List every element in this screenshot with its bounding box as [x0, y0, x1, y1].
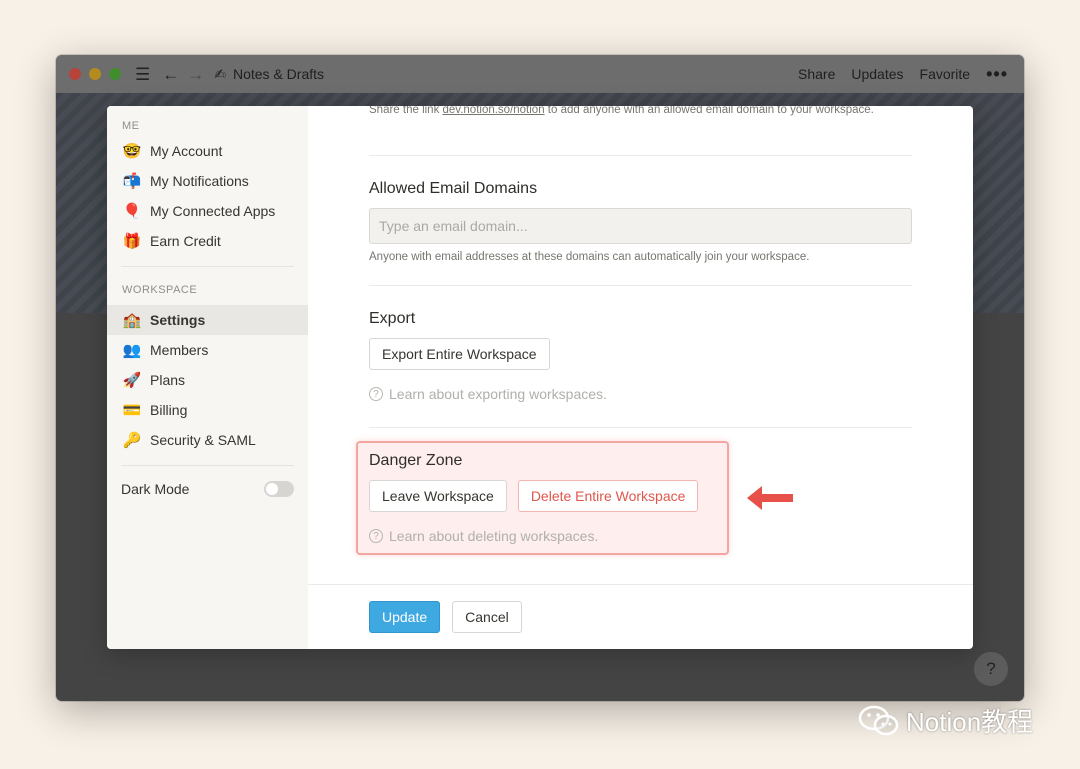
menu-icon[interactable]: ☰: [135, 66, 150, 83]
sidebar-item-label: Billing: [150, 402, 188, 418]
sidebar-item-label: My Connected Apps: [150, 203, 276, 219]
question-circle-icon: ?: [369, 529, 383, 543]
red-arrow-icon: [741, 480, 797, 516]
export-title: Export: [369, 310, 416, 327]
sidebar-item-label: Security & SAML: [150, 432, 256, 448]
sidebar-item-label: Settings: [150, 312, 206, 328]
people-icon: 👥: [122, 341, 142, 359]
minimize-window-button[interactable]: [89, 68, 101, 80]
maximize-window-button[interactable]: [109, 68, 121, 80]
sidebar-heading-me: ME: [122, 120, 140, 132]
settings-sidebar: ME 🤓 My Account 📬 My Notifications 🎈 My …: [107, 106, 308, 649]
wechat-icon: [858, 705, 899, 735]
share-link[interactable]: dev.notion.so/notion: [443, 106, 545, 116]
share-text-before: Share the link: [369, 106, 443, 116]
danger-zone-buttons: Leave Workspace Delete Entire Workspace: [369, 480, 912, 512]
delete-workspace-button[interactable]: Delete Entire Workspace: [517, 480, 699, 512]
section-divider: [369, 427, 912, 428]
nerd-face-icon: 🤓: [122, 142, 142, 160]
danger-zone-title: Danger Zone: [369, 452, 463, 469]
footer-divider: [308, 584, 973, 585]
sidebar-heading-workspace: WORKSPACE: [122, 284, 198, 296]
page-breadcrumb[interactable]: ✍ Notes & Drafts: [214, 66, 324, 83]
mailbox-icon: 📬: [122, 172, 142, 190]
settings-modal: ME 🤓 My Account 📬 My Notifications 🎈 My …: [107, 106, 973, 649]
close-window-button[interactable]: [69, 68, 81, 80]
modal-footer-buttons: Update Cancel: [369, 601, 912, 633]
sidebar-item-my-notifications[interactable]: 📬 My Notifications: [107, 166, 308, 196]
page-emoji-icon: ✍: [214, 65, 226, 82]
sidebar-item-my-connected-apps[interactable]: 🎈 My Connected Apps: [107, 196, 308, 226]
forward-arrow-icon[interactable]: →: [187, 66, 204, 83]
export-learn-link[interactable]: ? Learn about exporting workspaces.: [369, 386, 912, 402]
section-divider: [369, 155, 912, 156]
sidebar-item-members[interactable]: 👥 Members: [107, 335, 308, 365]
dark-mode-row: Dark Mode: [107, 474, 308, 504]
rocket-icon: 🚀: [122, 371, 142, 389]
watermark: Notion教程: [858, 702, 1033, 739]
sidebar-item-settings[interactable]: 🏫 Settings: [107, 305, 308, 335]
balloon-icon: 🎈: [122, 202, 142, 220]
sidebar-item-earn-credit[interactable]: 🎁 Earn Credit: [107, 226, 308, 256]
page-title: Notes & Drafts: [232, 66, 325, 82]
sidebar-item-my-account[interactable]: 🤓 My Account: [107, 136, 308, 166]
credit-card-icon: 💳: [122, 401, 142, 419]
sidebar-item-label: Plans: [150, 372, 186, 388]
key-icon: 🔑: [122, 431, 142, 449]
sidebar-divider: [121, 266, 294, 267]
topbar-actions: Share Updates Favorite •••: [798, 64, 1008, 85]
export-learn-text: Learn about exporting workspaces.: [389, 386, 607, 402]
sidebar-item-plans[interactable]: 🚀 Plans: [107, 365, 308, 395]
allowed-domains-input[interactable]: [369, 208, 912, 244]
allowed-domains-field-wrap: [369, 208, 912, 244]
section-divider: [369, 285, 912, 286]
sidebar-item-billing[interactable]: 💳 Billing: [107, 395, 308, 425]
update-button[interactable]: Update: [369, 601, 441, 633]
sidebar-divider: [121, 465, 294, 466]
back-arrow-icon[interactable]: ←: [162, 66, 179, 83]
allowed-domains-title: Allowed Email Domains: [369, 180, 538, 197]
gift-icon: 🎁: [122, 232, 142, 250]
updates-button[interactable]: Updates: [851, 66, 903, 82]
watermark-text: Notion教程: [906, 707, 1034, 737]
share-button[interactable]: Share: [798, 66, 835, 82]
more-options-icon[interactable]: •••: [986, 64, 1008, 85]
help-button[interactable]: ?: [973, 651, 1009, 687]
cancel-button[interactable]: Cancel: [452, 601, 522, 633]
school-building-icon: 🏫: [122, 311, 142, 329]
allowed-domains-hint: Anyone with email addresses at these dom…: [369, 251, 810, 263]
sidebar-item-label: Members: [150, 342, 209, 358]
danger-learn-text: Learn about deleting workspaces.: [389, 528, 599, 544]
export-workspace-button[interactable]: Export Entire Workspace: [369, 338, 550, 370]
favorite-button[interactable]: Favorite: [920, 66, 971, 82]
share-link-description: Share the link dev.notion.so/notion to a…: [369, 106, 912, 118]
sidebar-item-security-saml[interactable]: 🔑 Security & SAML: [107, 425, 308, 455]
dark-mode-toggle[interactable]: [264, 481, 294, 497]
sidebar-item-label: My Account: [150, 143, 223, 159]
share-text-after: to add anyone with an allowed email doma…: [544, 106, 874, 116]
window-controls: [69, 68, 121, 80]
leave-workspace-button[interactable]: Leave Workspace: [369, 480, 507, 512]
settings-content: Share the link dev.notion.so/notion to a…: [308, 106, 973, 649]
dark-mode-label: Dark Mode: [121, 481, 190, 497]
sidebar-item-label: My Notifications: [150, 173, 249, 189]
export-button-wrap: Export Entire Workspace: [369, 338, 912, 370]
sidebar-item-label: Earn Credit: [150, 233, 221, 249]
title-bar: ☰ ← → ✍ Notes & Drafts Share Updates Fav…: [56, 55, 1024, 93]
danger-learn-link[interactable]: ? Learn about deleting workspaces.: [369, 528, 912, 544]
question-circle-icon: ?: [369, 387, 383, 401]
